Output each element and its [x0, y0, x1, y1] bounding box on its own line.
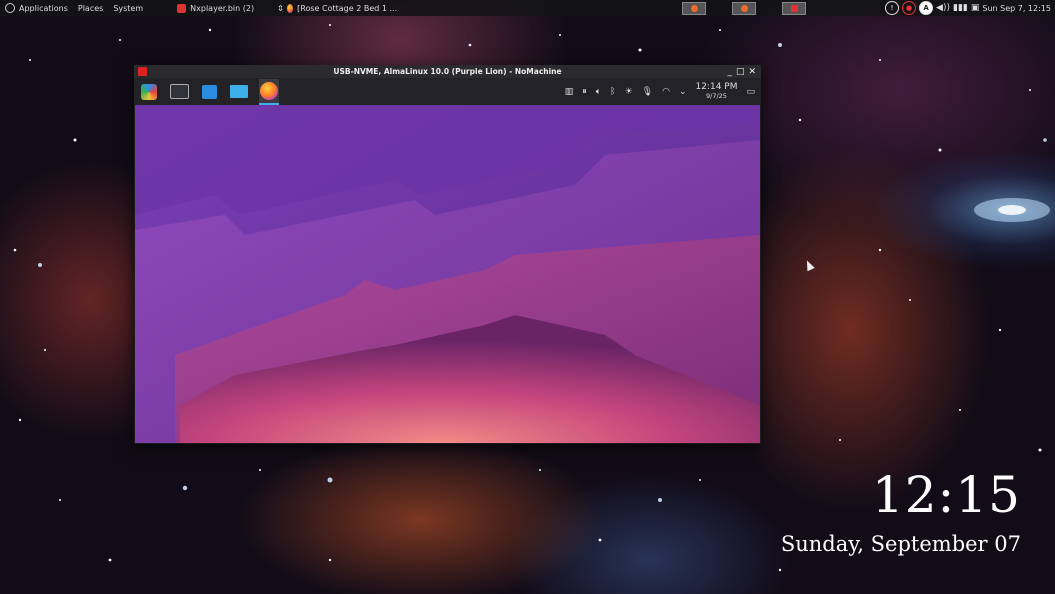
- record-icon[interactable]: ●: [902, 1, 917, 15]
- remote-desktop-wallpaper[interactable]: [135, 105, 760, 443]
- kde-clock[interactable]: 12:14 PM 9/7/25: [695, 82, 737, 101]
- distro-logo-icon: [5, 3, 15, 13]
- system-tray: ! ● A ◀)) ▮▮▮ ▣ Sun Sep 7, 12:15: [885, 1, 1055, 15]
- system-menu[interactable]: System: [108, 0, 148, 16]
- info-icon[interactable]: !: [885, 1, 900, 15]
- nomachine-tray-icon[interactable]: ▥: [565, 87, 574, 97]
- kde-system-tray: ▥ ⏸ 🔈︎ ᛒ ☀ 🎙︎ ◠ ⌄ 12:14 PM 9/7/25 ▭: [565, 82, 761, 101]
- volume-icon[interactable]: 🔈︎: [596, 87, 601, 97]
- microphone-icon[interactable]: 🎙︎: [642, 87, 653, 97]
- volume-icon[interactable]: ◀)): [936, 3, 950, 13]
- close-button[interactable]: ✕: [748, 67, 756, 77]
- nomachine-icon: [790, 4, 798, 12]
- wallpaper-shapes: [135, 105, 760, 443]
- workspace-thumb-firefox-2[interactable]: [732, 1, 757, 15]
- workspace-thumbnails: [669, 1, 819, 15]
- accessibility-icon[interactable]: A: [919, 1, 934, 15]
- task-nxplayer[interactable]: Nxplayer.bin (2): [172, 0, 272, 16]
- show-desktop-icon[interactable]: ▭: [746, 87, 755, 97]
- minimize-button[interactable]: _: [727, 67, 732, 77]
- file-manager-icon: [230, 85, 248, 98]
- signal-icon[interactable]: ▮▮▮: [953, 3, 968, 13]
- workspace-thumb-firefox[interactable]: [682, 1, 707, 15]
- task-switch-icon: ⇕: [277, 3, 284, 13]
- firefox-icon: [260, 81, 278, 100]
- firefox-icon: [286, 3, 294, 13]
- network-icon[interactable]: ▣: [971, 3, 980, 13]
- application-launcher-icon: [141, 83, 157, 100]
- file-manager-launcher[interactable]: [229, 82, 249, 102]
- window-titlebar[interactable]: USB-NVME, AlmaLinux 10.0 (Purple Lion) -…: [134, 65, 761, 78]
- nomachine-window[interactable]: USB-NVME, AlmaLinux 10.0 (Purple Lion) -…: [134, 65, 761, 444]
- discover-launcher[interactable]: [199, 82, 219, 102]
- mouse-cursor: [803, 258, 815, 272]
- desktop-clock-date: Sunday, September 07: [780, 532, 1021, 556]
- firefox-launcher[interactable]: [259, 78, 279, 105]
- wifi-icon[interactable]: ◠: [662, 87, 670, 97]
- nomachine-icon: [177, 3, 187, 13]
- task-firefox[interactable]: ⇕ [Rose Cottage 2 Bed 1 ...: [272, 0, 402, 16]
- applications-menu[interactable]: Applications: [0, 0, 73, 16]
- firefox-icon: [740, 4, 748, 12]
- window-title: USB-NVME, AlmaLinux 10.0 (Purple Lion) -…: [333, 67, 562, 76]
- discover-icon: [201, 84, 217, 99]
- media-pause-icon[interactable]: ⏸: [582, 87, 587, 97]
- terminal-icon: [169, 84, 189, 99]
- brightness-icon[interactable]: ☀: [625, 87, 633, 97]
- places-menu[interactable]: Places: [73, 0, 108, 16]
- top-panel: Applications Places System Nxplayer.bin …: [0, 0, 1055, 16]
- chevron-down-icon[interactable]: ⌄: [679, 87, 687, 97]
- kde-panel: ▥ ⏸ 🔈︎ ᛒ ☀ 🎙︎ ◠ ⌄ 12:14 PM 9/7/25 ▭: [134, 78, 761, 105]
- terminal-launcher[interactable]: [169, 82, 189, 102]
- panel-clock[interactable]: Sun Sep 7, 12:15: [982, 4, 1051, 13]
- firefox-icon: [690, 4, 698, 12]
- application-launcher-button[interactable]: [139, 82, 159, 102]
- bluetooth-icon[interactable]: ᛒ: [610, 87, 615, 97]
- desktop-clock-time: 12:15: [871, 466, 1021, 524]
- workspace-thumb-nomachine[interactable]: [782, 1, 807, 15]
- maximize-button[interactable]: □: [736, 67, 745, 77]
